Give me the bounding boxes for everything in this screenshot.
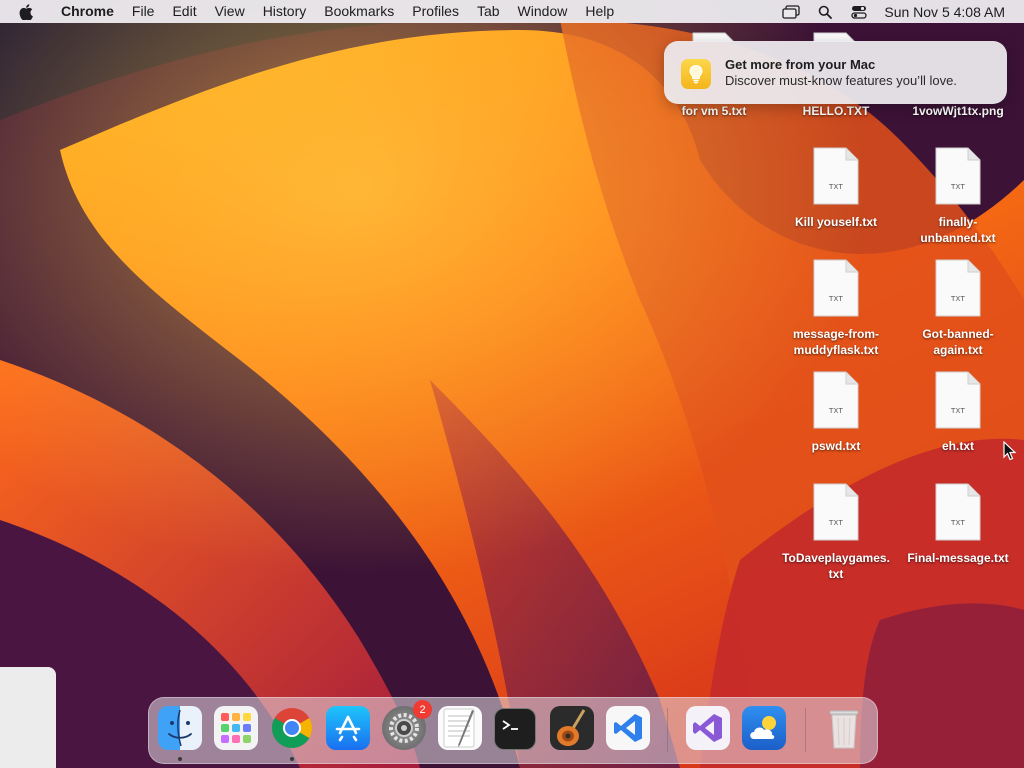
file-extension: TXT (828, 183, 844, 191)
desktop-file[interactable]: TXT message-from- muddyflask.txt (778, 259, 894, 358)
desktop-file-label: ToDaveplaygames. txt (782, 551, 890, 581)
text-document-icon: TXT (935, 147, 981, 205)
weather-icon[interactable] (742, 706, 786, 750)
file-extension: TXT (950, 183, 966, 191)
control-center-icon[interactable] (850, 4, 868, 20)
apple-logo-icon[interactable] (18, 3, 34, 20)
menu-history[interactable]: History (254, 0, 316, 23)
menu-bookmarks[interactable]: Bookmarks (315, 0, 403, 23)
dock: 2 (148, 697, 878, 764)
system-settings-icon[interactable]: 2 (382, 700, 432, 750)
menu-tab[interactable]: Tab (468, 0, 509, 23)
dock-separator (667, 708, 668, 752)
desktop-file-label: Final-message.txt (907, 551, 1009, 565)
dock-separator (805, 708, 806, 752)
text-document-icon: TXT (935, 259, 981, 317)
menu-app-name[interactable]: Chrome (52, 0, 123, 23)
text-document-icon: TXT (813, 371, 859, 429)
file-extension: TXT (828, 407, 844, 415)
notification-body: Discover must-know features you’ll love. (725, 73, 957, 88)
garageband-icon[interactable] (550, 706, 594, 750)
textedit-icon[interactable] (438, 706, 482, 750)
running-indicator (178, 757, 182, 761)
desktop-file-label: pswd.txt (811, 439, 861, 453)
file-extension: TXT (828, 295, 844, 303)
menu-bar-clock[interactable]: Sun Nov 5 4:08 AM (884, 4, 1005, 20)
vscode-icon[interactable] (606, 706, 650, 750)
menu-view[interactable]: View (206, 0, 254, 23)
lightbulb-icon (681, 59, 711, 89)
menu-file[interactable]: File (123, 0, 164, 23)
menu-window[interactable]: Window (509, 0, 577, 23)
desktop-file-label: message-from- muddyflask.txt (792, 327, 880, 357)
file-extension: TXT (828, 519, 844, 527)
text-document-icon: TXT (813, 259, 859, 317)
spotlight-search-icon[interactable] (816, 4, 834, 20)
app-store-icon[interactable] (326, 706, 370, 750)
finder-icon[interactable] (158, 706, 202, 750)
notification-badge: 2 (413, 700, 432, 719)
terminal-icon[interactable] (494, 708, 536, 750)
menu-profiles[interactable]: Profiles (403, 0, 468, 23)
file-extension: TXT (950, 295, 966, 303)
window-edge-panel[interactable] (0, 667, 56, 768)
mouse-cursor-icon (1003, 441, 1017, 461)
desktop-file[interactable]: TXT pswd.txt (778, 371, 894, 454)
desktop-file-label[interactable]: 1vowWjt1tx.png (902, 104, 1014, 118)
text-document-icon: TXT (813, 483, 859, 541)
desktop-file[interactable]: TXT Got-banned- again.txt (900, 259, 1016, 358)
desktop-file[interactable]: TXT ToDaveplaygames. txt (778, 483, 894, 582)
file-extension: TXT (950, 519, 966, 527)
desktop-file[interactable]: TXT Kill youself.txt (778, 147, 894, 230)
menu-help[interactable]: Help (576, 0, 623, 23)
desktop-file[interactable]: TXT finally- unbanned.txt (900, 147, 1016, 246)
chrome-icon[interactable] (270, 706, 314, 750)
file-extension: TXT (950, 407, 966, 415)
desktop-file-label: finally- unbanned.txt (920, 215, 996, 245)
desktop-file-label: eh.txt (941, 439, 974, 453)
desktop-file-label: Got-banned- again.txt (922, 327, 994, 357)
notification-title: Get more from your Mac (725, 57, 876, 72)
running-indicator (290, 757, 294, 761)
desktop-file[interactable]: TXT Final-message.txt (900, 483, 1016, 566)
desktop-file-label: Kill youself.txt (794, 215, 877, 229)
text-document-icon: TXT (813, 147, 859, 205)
menu-bar: Chrome File Edit View History Bookmarks … (0, 0, 1024, 23)
launchpad-icon[interactable] (214, 706, 258, 750)
text-document-icon: TXT (935, 371, 981, 429)
desktop-file-label[interactable]: for vm 5.txt (666, 104, 762, 118)
menu-edit[interactable]: Edit (163, 0, 205, 23)
text-document-icon: TXT (935, 483, 981, 541)
tips-notification[interactable]: Get more from your Mac Discover must-kno… (664, 41, 1007, 104)
desktop-file[interactable]: TXT eh.txt (900, 371, 1016, 454)
visual-studio-icon[interactable] (686, 706, 730, 750)
trash-icon[interactable] (822, 706, 866, 750)
screen-mirroring-icon[interactable] (782, 4, 801, 20)
desktop-file-label[interactable]: HELLO.TXT (788, 104, 884, 118)
